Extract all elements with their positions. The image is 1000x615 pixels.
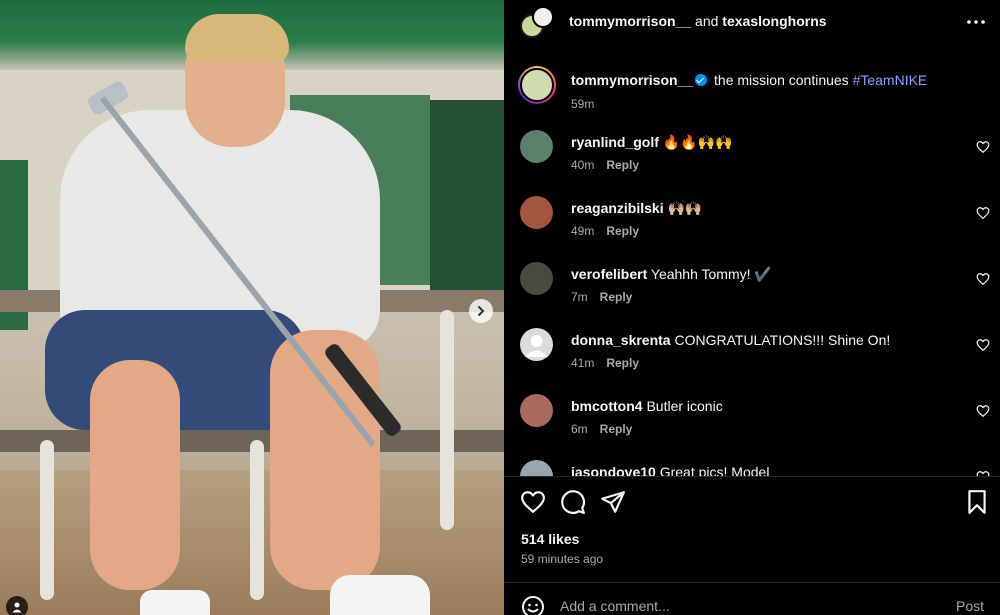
comment-meta: 6m Reply xyxy=(571,422,632,436)
tagged-users-button[interactable] xyxy=(6,596,28,615)
caption-hashtag[interactable]: #TeamNIKE xyxy=(853,72,928,88)
comment-username[interactable]: donna_skrenta xyxy=(571,332,671,348)
add-comment-bar: Post xyxy=(504,582,1000,615)
more-horizontal-icon xyxy=(967,20,985,24)
photo-person-leg xyxy=(270,330,380,590)
comment-meta: 40m Reply xyxy=(571,158,639,172)
heart-icon[interactable] xyxy=(976,140,990,154)
post-photo xyxy=(0,0,504,615)
photo-person-shoe xyxy=(140,590,210,615)
comment-username[interactable]: bmcotton4 xyxy=(571,398,643,414)
comment-text: jasondove10 Great pics! Model xyxy=(571,464,769,476)
heart-icon[interactable] xyxy=(520,489,546,515)
avatar xyxy=(532,6,554,28)
avatar[interactable] xyxy=(520,130,553,163)
share-icon[interactable] xyxy=(600,489,626,515)
comment-username[interactable]: jasondove10 xyxy=(571,464,656,476)
comment-meta: 49m Reply xyxy=(571,224,639,238)
comment-time: 49m xyxy=(571,224,595,238)
verified-badge-icon xyxy=(695,74,708,86)
list-item: verofelibert Yeahhh Tommy! ✔️ 7m Reply xyxy=(520,262,990,318)
photo-bench-leg xyxy=(440,310,454,530)
authors-conjunction: and xyxy=(695,13,719,29)
comment-body: Butler iconic xyxy=(646,398,723,414)
reply-button[interactable]: Reply xyxy=(606,158,639,172)
list-item: bmcotton4 Butler iconic 6m Reply xyxy=(520,394,990,450)
comment-username[interactable]: reaganzibilski xyxy=(571,200,664,216)
avatar[interactable] xyxy=(520,328,553,361)
post-comment-button[interactable]: Post xyxy=(956,598,984,614)
author-username[interactable]: texaslonghorns xyxy=(722,13,826,29)
comment-body: Great pics! Model xyxy=(659,464,770,476)
avatar[interactable] xyxy=(520,460,553,476)
reply-button[interactable]: Reply xyxy=(600,422,633,436)
comment-body: CONGRATULATIONS!!! Shine On! xyxy=(674,332,891,348)
comment-time: 41m xyxy=(571,356,595,370)
comment-body: 🔥🔥🙌🙌 xyxy=(662,134,733,150)
heart-icon[interactable] xyxy=(976,338,990,352)
avatar[interactable] xyxy=(520,262,553,295)
photo-bench-leg xyxy=(40,440,54,600)
bookmark-icon[interactable] xyxy=(964,489,990,515)
avatar[interactable] xyxy=(520,196,553,229)
user-icon xyxy=(12,602,22,613)
avatar[interactable] xyxy=(520,394,553,427)
comment-meta: 41m Reply xyxy=(571,356,639,370)
photo-person-hair xyxy=(185,14,289,62)
post-header: tommymorrison__ and texaslonghorns xyxy=(504,0,1000,44)
comment-input[interactable] xyxy=(560,595,940,615)
comment-username[interactable]: ryanlind_golf xyxy=(571,134,659,150)
post-caption: tommymorrison__ the mission continues #T… xyxy=(518,66,988,116)
more-options-button[interactable] xyxy=(965,12,987,32)
heart-icon[interactable] xyxy=(976,272,990,286)
heart-icon[interactable] xyxy=(976,206,990,220)
comment-username[interactable]: verofelibert xyxy=(571,266,647,282)
post-timestamp: 59 minutes ago xyxy=(521,552,604,566)
comment-text: ryanlind_golf 🔥🔥🙌🙌 xyxy=(571,134,733,151)
caption-text: tommymorrison__ the mission continues #T… xyxy=(571,72,927,88)
likes-count[interactable]: 514 likes xyxy=(521,531,579,547)
list-item: jasondove10 Great pics! Model xyxy=(520,460,990,476)
author-username[interactable]: tommymorrison__ xyxy=(569,13,691,29)
comment-text: reaganzibilski 🙌🏼🙌🏼 xyxy=(571,200,702,217)
comment-icon[interactable] xyxy=(560,489,586,515)
post-side-panel: tommymorrison__ and texaslonghorns tommy… xyxy=(504,0,1000,615)
comment-meta: 7m Reply xyxy=(571,290,632,304)
photo-person-leg xyxy=(90,360,180,590)
comment-time: 6m xyxy=(571,422,588,436)
next-photo-button[interactable] xyxy=(469,299,493,323)
photo-bench-leg xyxy=(250,440,264,600)
post-actions xyxy=(504,476,1000,532)
photo-green-window xyxy=(430,100,504,290)
comment-text: donna_skrenta CONGRATULATIONS!!! Shine O… xyxy=(571,332,890,348)
comments-list[interactable]: tommymorrison__ the mission continues #T… xyxy=(504,44,1000,476)
comment-text: bmcotton4 Butler iconic xyxy=(571,398,723,414)
reply-button[interactable]: Reply xyxy=(606,356,639,370)
comment-body: Yeahhh Tommy! ✔️ xyxy=(650,266,772,282)
caption-time: 59m xyxy=(571,97,595,111)
caption-body: the mission continues xyxy=(714,72,849,88)
comment-text: verofelibert Yeahhh Tommy! ✔️ xyxy=(571,266,772,283)
reply-button[interactable]: Reply xyxy=(600,290,633,304)
comment-time: 40m xyxy=(571,158,595,172)
list-item: ryanlind_golf 🔥🔥🙌🙌 40m Reply xyxy=(520,130,990,186)
collab-avatars[interactable] xyxy=(520,6,554,38)
emoji-icon[interactable] xyxy=(521,595,545,615)
reply-button[interactable]: Reply xyxy=(606,224,639,238)
default-user-icon xyxy=(525,335,548,357)
avatar[interactable] xyxy=(518,66,556,104)
comment-time: 7m xyxy=(571,290,588,304)
photo-person-shoe xyxy=(330,575,430,615)
caption-username[interactable]: tommymorrison__ xyxy=(571,72,693,88)
heart-icon[interactable] xyxy=(976,404,990,418)
list-item: donna_skrenta CONGRATULATIONS!!! Shine O… xyxy=(520,328,990,384)
list-item: reaganzibilski 🙌🏼🙌🏼 49m Reply xyxy=(520,196,990,252)
chevron-right-icon xyxy=(478,306,485,316)
post-authors: tommymorrison__ and texaslonghorns xyxy=(569,13,827,29)
comment-body: 🙌🏼🙌🏼 xyxy=(667,200,703,216)
